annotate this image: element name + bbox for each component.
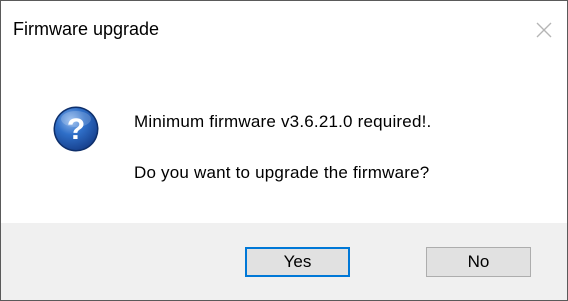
message-area: ? Minimum firmware v3.6.21.0 required!. … <box>1 53 567 223</box>
close-icon <box>536 22 552 38</box>
yes-button[interactable]: Yes <box>245 247 350 277</box>
no-button[interactable]: No <box>426 247 531 277</box>
dialog-title: Firmware upgrade <box>13 19 160 39</box>
firmware-upgrade-dialog: Firmware upgrade ? Minimum firmware v3.6… <box>0 0 568 301</box>
title-bar[interactable]: Firmware upgrade <box>1 1 567 53</box>
message-line-1: Minimum firmware v3.6.21.0 required!. <box>134 112 432 131</box>
message-line-2: Do you want to upgrade the firmware? <box>134 163 430 182</box>
button-bar: Yes No <box>1 223 567 300</box>
svg-text:?: ? <box>67 113 85 146</box>
question-icon: ? <box>53 106 99 152</box>
close-button[interactable] <box>529 15 559 45</box>
